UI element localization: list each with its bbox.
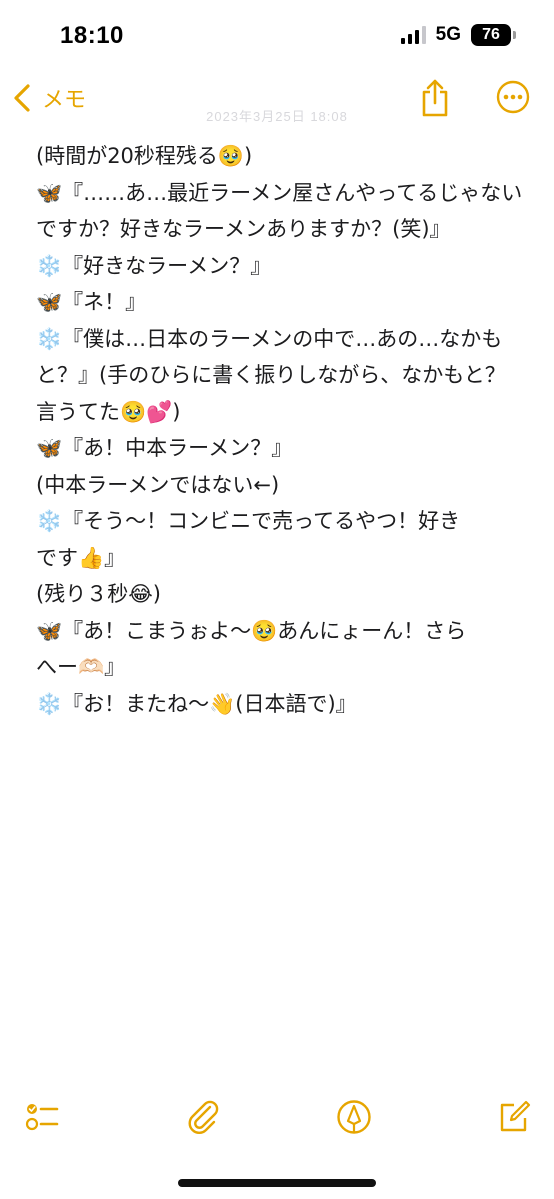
checklist-icon[interactable]	[24, 1099, 60, 1135]
note-body[interactable]: (時間が20秒程残る🥹) 🦋『……あ…最近ラーメン屋さんやってるじゃない ですか…	[36, 138, 536, 722]
note-line: へー🫶🏻』	[36, 655, 126, 679]
note-line: ❄️『僕は…日本のラーメンの中で…あの…なかも	[36, 326, 503, 351]
compose-icon[interactable]	[496, 1099, 532, 1135]
note-line: (中本ラーメンではない←)	[36, 472, 280, 497]
bottom-toolbar	[0, 1099, 554, 1139]
paperclip-icon[interactable]	[186, 1099, 222, 1135]
status-bar: 18:10 5G 76	[0, 0, 554, 72]
note-line: (時間が20秒程残る🥹)	[36, 144, 253, 168]
battery-icon: 76	[471, 24, 516, 46]
battery-level: 76	[471, 24, 511, 46]
cellular-signal-icon	[400, 26, 426, 44]
note-line: 🦋『あ！中本ラーメン？』	[36, 436, 293, 460]
note-line: と？』(手のひらに書く振りしながら、なかもと？	[36, 363, 506, 387]
note-line: 🦋『あ！こまうぉよ〜🥹あんにょーん！さら	[36, 618, 467, 643]
status-indicators: 5G 76	[400, 24, 516, 46]
note-line: (残り３秒😂)	[36, 582, 161, 606]
markup-pen-icon[interactable]	[336, 1099, 372, 1135]
home-indicator[interactable]	[178, 1179, 376, 1187]
note-line: です👍』	[36, 545, 126, 570]
note-line: ❄️『そう〜！コンビニで売ってるやつ！好き	[36, 509, 461, 533]
note-line: ❄️『お！またね〜👋(日本語で)』	[36, 691, 357, 716]
status-time: 18:10	[60, 22, 124, 49]
network-type-label: 5G	[435, 24, 461, 45]
note-line: ❄️『好きなラーメン？』	[36, 253, 272, 278]
note-line: 言うてた🥹💕)	[36, 399, 181, 424]
note-date: 2023年3月25日 18:08	[206, 109, 348, 124]
note-line: ですか？好きなラーメンありますか？(笑)』	[36, 217, 451, 241]
note-line: 🦋『……あ…最近ラーメン屋さんやってるじゃない	[36, 180, 523, 205]
note-line: 🦋『ネ！』	[36, 290, 147, 314]
